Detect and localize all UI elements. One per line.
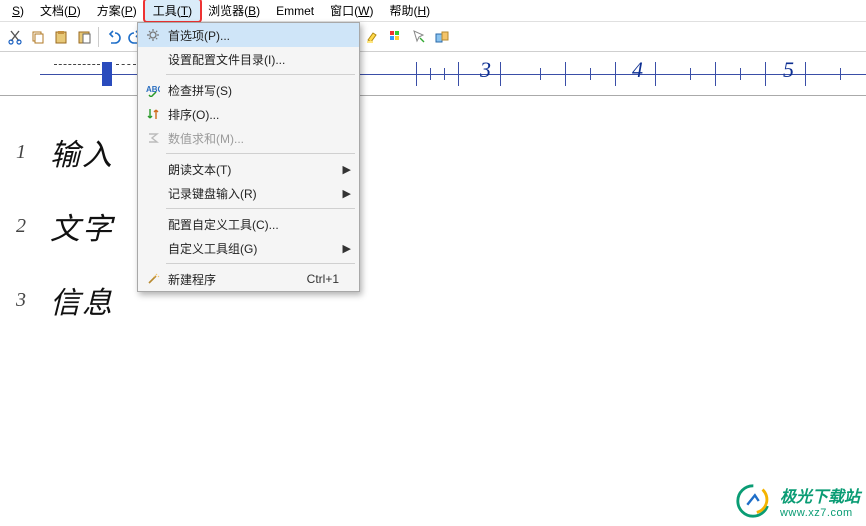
watermark-url: www.xz7.com <box>780 507 853 519</box>
copy-button[interactable] <box>27 26 49 48</box>
menu-read-text[interactable]: 朗读文本(T) ▶ <box>138 157 359 181</box>
menu-preferences[interactable]: 首选项(P)... <box>138 23 359 47</box>
toolbar: >_ <box>0 22 866 52</box>
menu-item-label: 排序(O)... <box>164 106 289 123</box>
menu-item-label: 朗读文本(T) <box>164 161 289 178</box>
ruler: 3 4 5 <box>0 52 866 96</box>
ruler-mark-3: 3 <box>480 57 491 83</box>
select-tool-button[interactable] <box>408 26 430 48</box>
clipboard-button[interactable] <box>73 26 95 48</box>
menu-item-label: 首选项(P)... <box>164 27 289 44</box>
line-text[interactable]: 文字 <box>50 204 114 248</box>
menu-spellcheck[interactable]: ABC 检查拼写(S) <box>138 78 359 102</box>
menu-separator <box>166 74 355 75</box>
watermark-title: 极光下载站 <box>780 483 860 507</box>
menu-item-label: 设置配置文件目录(I)... <box>164 51 289 68</box>
ruler-mark-5: 5 <box>783 57 794 83</box>
logo-icon <box>734 482 772 520</box>
menu-item-label: 检查拼写(S) <box>164 82 289 99</box>
spellcheck-icon: ABC <box>142 81 164 99</box>
menu-emmet[interactable]: Emmet <box>268 2 322 20</box>
cut-button[interactable] <box>4 26 26 48</box>
submenu-arrow-icon: ▶ <box>339 163 351 176</box>
line-text[interactable]: 信息 <box>50 278 114 322</box>
line-3[interactable]: 3 信息 <box>6 278 866 322</box>
menu-new-program[interactable]: 新建程序 Ctrl+1 <box>138 267 359 291</box>
menu-tools[interactable]: 工具(T) <box>145 0 200 21</box>
submenu-arrow-icon: ▶ <box>339 242 351 255</box>
undo-button[interactable] <box>102 26 124 48</box>
menu-help[interactable]: 帮助(H) <box>381 0 438 21</box>
component-button[interactable] <box>431 26 453 48</box>
menu-record-keyboard[interactable]: 记录键盘输入(R) ▶ <box>138 181 359 205</box>
menu-window[interactable]: 窗口(W) <box>322 0 381 21</box>
ruler-cursor[interactable] <box>102 62 112 86</box>
menu-s[interactable]: S) <box>4 2 32 20</box>
line-number: 3 <box>6 289 26 312</box>
tools-menu-dropdown: 首选项(P)... 设置配置文件目录(I)... ABC 检查拼写(S) 排序(… <box>137 22 360 292</box>
menu-sum: 数值求和(M)... <box>138 126 359 150</box>
menu-custom-tool-groups[interactable]: 自定义工具组(G) ▶ <box>138 236 359 260</box>
menu-document[interactable]: 文档(D) <box>32 0 89 21</box>
menu-configure-tools[interactable]: 配置自定义工具(C)... <box>138 212 359 236</box>
line-number: 1 <box>6 141 26 164</box>
line-text[interactable]: 输入 <box>50 130 114 174</box>
wand-icon <box>142 270 164 288</box>
sort-icon <box>142 105 164 123</box>
menu-shortcut: Ctrl+1 <box>289 272 339 286</box>
menu-separator <box>166 263 355 264</box>
toolbar-separator <box>98 27 99 47</box>
ruler-mark-4: 4 <box>632 57 643 83</box>
menu-scheme[interactable]: 方案(P) <box>89 0 145 21</box>
line-number: 2 <box>6 215 26 238</box>
paste-button[interactable] <box>50 26 72 48</box>
submenu-arrow-icon: ▶ <box>339 187 351 200</box>
menu-item-label: 记录键盘输入(R) <box>164 185 289 202</box>
highlight-button[interactable] <box>362 26 384 48</box>
menu-item-label: 新建程序 <box>164 271 289 288</box>
menu-item-label: 配置自定义工具(C)... <box>164 216 289 233</box>
menu-set-config-dir[interactable]: 设置配置文件目录(I)... <box>138 47 359 71</box>
menu-item-label: 数值求和(M)... <box>164 130 289 147</box>
menu-item-label: 自定义工具组(G) <box>164 240 289 257</box>
menu-browser[interactable]: 浏览器(B) <box>200 0 268 21</box>
line-1[interactable]: 1 输入 <box>6 130 866 174</box>
sigma-icon <box>142 129 164 147</box>
gear-icon <box>142 26 164 44</box>
color-picker-button[interactable] <box>385 26 407 48</box>
watermark: 极光下载站 www.xz7.com <box>734 482 860 520</box>
menu-separator <box>166 208 355 209</box>
menu-separator <box>166 153 355 154</box>
menubar: S) 文档(D) 方案(P) 工具(T) 浏览器(B) Emmet 窗口(W) … <box>0 0 866 22</box>
line-2[interactable]: 2 文字 <box>6 204 866 248</box>
editor-content[interactable]: 1 输入 2 文字 3 信息 <box>0 96 866 322</box>
svg-text:ABC: ABC <box>146 85 160 94</box>
menu-sort[interactable]: 排序(O)... <box>138 102 359 126</box>
